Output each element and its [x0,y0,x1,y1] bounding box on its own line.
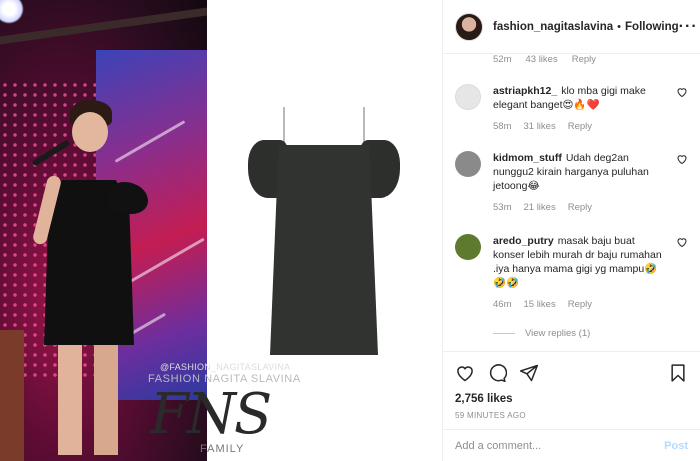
singer-legs [58,345,118,455]
stage-truss [0,7,207,45]
comment-likes[interactable]: 21 likes [523,202,555,213]
likes-count[interactable]: 2,756 likes [455,393,688,405]
watermark-handle: @FASHION_NAGITASLAVINA [160,362,291,372]
comment-time: 52m [493,54,512,65]
watermark-logo: FNS [150,382,272,447]
comment-likes[interactable]: 43 likes [525,54,557,68]
heart-icon[interactable] [455,363,475,383]
comment-input[interactable] [455,439,665,452]
commenter-avatar[interactable] [455,151,481,177]
post-actions: 2,756 likes 59 MINUTES AGO [443,351,700,420]
spotlight [0,0,24,24]
singer-head [72,112,108,152]
paper-plane-icon[interactable] [519,363,539,383]
author-avatar[interactable] [455,12,483,41]
comments-list[interactable]: 52m 43 likes Reply astriapkh12_ klo mba g… [443,54,700,350]
comment-time: 46m [493,299,512,310]
comment-item: kidmom_stuff Udah deg2an nunggu2 kirain h… [455,151,688,213]
view-replies-label[interactable]: View replies (1) [525,328,590,339]
post-media[interactable]: @FASHION_NAGITASLAVINA FASHION NAGITA SL… [0,0,443,461]
following-button[interactable]: Following [625,21,679,33]
commenter-avatar[interactable] [455,84,481,110]
reply-button[interactable]: Reply [572,54,596,68]
comment-likes[interactable]: 15 likes [523,299,555,310]
comment-item: aredo_putry masak baju buat konser lebih … [455,234,688,310]
more-options-icon[interactable]: ··· [679,18,698,36]
separator-dot: • [617,20,622,33]
commenter-avatar[interactable] [455,234,481,260]
comment-text: kidmom_stuff Udah deg2an nunggu2 kirain h… [493,151,669,193]
comment-text: astriapkh12_ klo mba gigi make elegant ba… [493,84,669,112]
comment-time: 58m [493,121,512,132]
like-comment-heart-icon[interactable] [676,236,688,248]
like-comment-heart-icon[interactable] [676,153,688,165]
replies-divider [493,333,515,334]
black-dress [270,145,378,355]
comment-text: aredo_putry masak baju buat konser lebih … [493,234,669,290]
commenter-username[interactable]: astriapkh12_ [493,85,557,97]
posted-time: 59 MINUTES AGO [455,411,526,420]
reply-button[interactable]: Reply [568,202,592,213]
comment-likes[interactable]: 31 likes [523,121,555,132]
commenter-username[interactable]: aredo_putry [493,235,554,247]
watermark-sub: FAMILY [200,443,245,455]
commenter-username[interactable]: kidmom_stuff [493,152,562,164]
add-comment-bar: Post [443,429,700,461]
like-comment-heart-icon[interactable] [676,86,688,98]
comment-item: astriapkh12_ klo mba gigi make elegant ba… [455,84,688,132]
view-replies-button[interactable]: View replies (1) [493,328,590,339]
comment-time: 53m [493,202,512,213]
post-comment-button[interactable]: Post [664,440,688,452]
reply-button[interactable]: Reply [568,121,592,132]
comment-icon[interactable] [487,363,507,383]
instagram-post: @FASHION_NAGITASLAVINA FASHION NAGITA SL… [0,0,700,461]
reply-button[interactable]: Reply [568,299,592,310]
author-username[interactable]: fashion_nagitaslavina [493,21,613,33]
post-sidebar: fashion_nagitaslavina • Following ··· 52… [443,0,700,461]
post-header: fashion_nagitaslavina • Following ··· [443,0,700,54]
podium [0,330,24,461]
bookmark-icon[interactable] [668,363,688,383]
partial-comment-meta: 52m 43 likes Reply [493,54,596,68]
